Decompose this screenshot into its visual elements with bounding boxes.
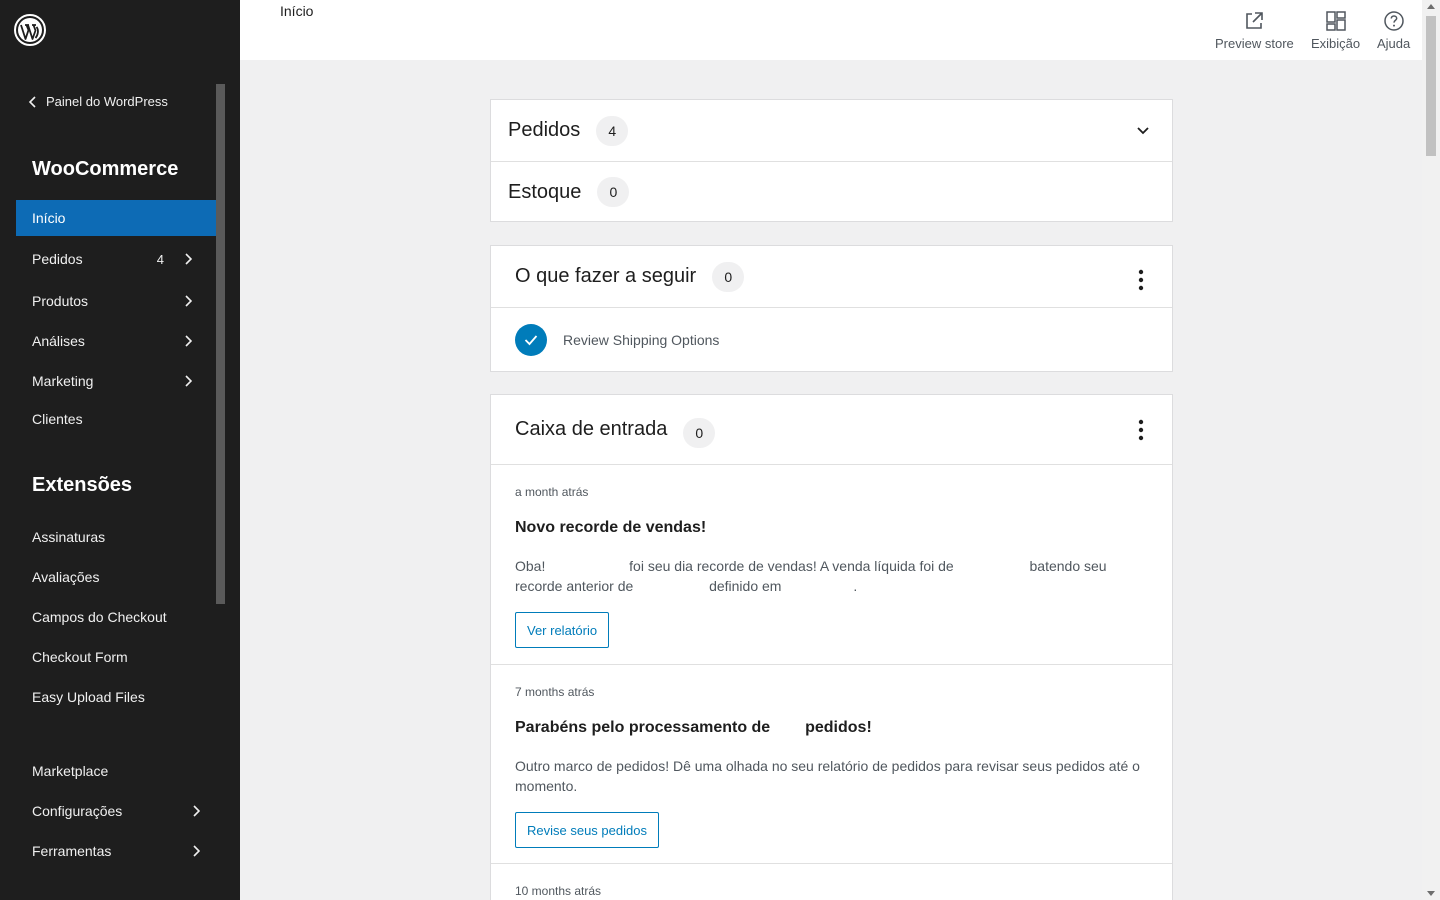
sidebar-item-configuracoes[interactable]: Configurações (16, 793, 216, 829)
note-date: 7 months atrás (515, 685, 595, 699)
note-body-text: Oba! (515, 558, 546, 574)
sidebar-item-label: Ferramentas (32, 843, 112, 859)
sidebar-item-label: Configurações (32, 803, 123, 819)
back-link-label: Painel do WordPress (46, 94, 168, 109)
admin-sidebar: Painel do WordPress WooCommerce Início P… (0, 0, 240, 900)
woocommerce-heading: WooCommerce (32, 158, 179, 180)
note-body-text: anterior de (566, 578, 634, 594)
sidebar-item-label: Produtos (32, 293, 89, 309)
note-body-text: definido em (709, 578, 782, 594)
chevron-right-icon (185, 335, 192, 347)
tasks-card: O que fazer a seguir 0 Review Shipping O… (490, 245, 1173, 372)
note-body-text: foi seu dia recorde de vendas! A venda l… (629, 558, 954, 574)
sidebar-item-label: Clientes (32, 411, 83, 427)
view-report-button[interactable]: Ver relatório (515, 612, 610, 648)
tasks-title: O que fazer a seguir (515, 265, 697, 287)
extensions-heading: Extensões (32, 474, 133, 496)
note-title: Parabéns pelo processamento de pedidos! (515, 719, 872, 737)
inbox-note: 10 months atrás (491, 863, 1172, 900)
help-icon (1383, 11, 1404, 31)
task-item-review-shipping[interactable]: Review Shipping Options (515, 324, 719, 356)
note-date: 10 months atrás (515, 884, 602, 898)
tasks-card-header: O que fazer a seguir 0 (491, 246, 1172, 308)
chevron-right-icon (185, 253, 192, 265)
orders-stat-count: 4 (596, 115, 629, 146)
sidebar-scrollbar[interactable] (216, 84, 225, 604)
chevron-down-icon[interactable] (1136, 126, 1150, 136)
preview-store-button[interactable]: Preview store (1215, 10, 1294, 51)
sidebar-item-inicio[interactable]: Início (16, 200, 216, 236)
sidebar-item-avaliacoes[interactable]: Avaliações (16, 559, 216, 595)
more-options-icon[interactable] (1138, 419, 1144, 441)
sidebar-item-campos-checkout[interactable]: Campos do Checkout (16, 599, 216, 635)
sidebar-item-label: Easy Upload Files (32, 689, 145, 705)
layout-icon (1325, 11, 1346, 31)
external-link-icon (1246, 12, 1264, 29)
stats-row-orders[interactable]: Pedidos 4 (491, 100, 1172, 161)
inbox-title: Caixa de entrada (515, 418, 668, 440)
note-title-text: pedidos! (805, 719, 872, 736)
help-label: Ajuda (1377, 36, 1411, 51)
inbox-count-badge: 0 (683, 417, 716, 448)
sidebar-item-label: Pedidos (32, 251, 83, 267)
orders-count-badge: 4 (156, 251, 164, 267)
preview-store-label: Preview store (1215, 36, 1294, 51)
scroll-down-arrow-icon[interactable] (1427, 891, 1435, 896)
sidebar-item-ferramentas[interactable]: Ferramentas (16, 833, 216, 869)
back-to-dashboard-link[interactable]: Painel do WordPress (28, 94, 168, 109)
sidebar-item-label: Campos do Checkout (32, 609, 167, 625)
sidebar-item-clientes[interactable]: Clientes (16, 401, 216, 437)
note-body-text: . (853, 578, 858, 594)
orders-stat-label: Pedidos (508, 119, 581, 141)
sidebar-item-produtos[interactable]: Produtos (16, 283, 216, 319)
sidebar-item-label: Assinaturas (32, 529, 106, 545)
inbox-card: Caixa de entrada 0 a month atrás Novo re… (490, 394, 1173, 900)
sidebar-item-label: Checkout Form (32, 649, 128, 665)
chevron-right-icon (185, 375, 192, 387)
review-orders-button[interactable]: Revise seus pedidos (515, 812, 659, 848)
chevron-right-icon (193, 805, 200, 817)
note-title-text: Parabéns pelo processamento de (515, 719, 771, 736)
inbox-card-header: Caixa de entrada 0 (491, 395, 1172, 465)
note-body: Oba! foi seu dia recorde de vendas! A ve… (515, 556, 1155, 596)
sidebar-item-label: Marketing (32, 373, 94, 389)
sidebar-item-label: Início (32, 210, 66, 226)
stats-overview-card: Pedidos 4 Estoque 0 (490, 99, 1173, 222)
sidebar-item-label: Marketplace (32, 763, 109, 779)
help-button[interactable]: Ajuda (1377, 10, 1410, 51)
header-bar: Início Preview store Exibição Ajuda (240, 0, 1422, 60)
tasks-count-badge: 0 (712, 261, 745, 292)
sidebar-item-assinaturas[interactable]: Assinaturas (16, 519, 216, 555)
checkmark-icon (515, 324, 547, 356)
stock-stat-count: 0 (597, 177, 630, 207)
note-body: Outro marco de pedidos! Dê uma olhada no… (515, 758, 1140, 794)
task-item-label: Review Shipping Options (563, 332, 720, 348)
sidebar-item-pedidos[interactable]: Pedidos 4 (16, 241, 216, 277)
wordpress-logo-icon[interactable] (14, 14, 46, 46)
scroll-up-arrow-icon[interactable] (1427, 4, 1435, 9)
sidebar-item-marketplace[interactable]: Marketplace (16, 753, 216, 789)
sidebar-item-easy-upload-files[interactable]: Easy Upload Files (16, 679, 216, 715)
inbox-note: a month atrás Novo recorde de vendas! Ob… (491, 465, 1172, 664)
more-options-icon[interactable] (1138, 269, 1144, 291)
stock-stat-label: Estoque (508, 180, 582, 203)
sidebar-item-analises[interactable]: Análises (16, 323, 216, 359)
sidebar-item-label: Análises (32, 333, 85, 349)
chevron-right-icon (193, 845, 200, 857)
display-options-button[interactable]: Exibição (1311, 10, 1360, 51)
page-scrollbar[interactable] (1422, 0, 1440, 900)
sidebar-item-label: Avaliações (32, 569, 100, 585)
scrollbar-thumb[interactable] (1426, 16, 1436, 156)
stats-row-stock[interactable]: Estoque 0 (491, 161, 1172, 222)
sidebar-item-marketing[interactable]: Marketing (16, 363, 216, 399)
sidebar-item-checkout-form[interactable]: Checkout Form (16, 639, 216, 675)
note-title: Novo recorde de vendas! (515, 519, 707, 536)
inbox-note: 7 months atrás Parabéns pelo processamen… (491, 664, 1172, 863)
chevron-right-icon (185, 295, 192, 307)
page-title: Início (280, 3, 314, 19)
note-date: a month atrás (515, 485, 589, 499)
display-options-label: Exibição (1311, 36, 1361, 51)
chevron-left-icon (28, 95, 36, 108)
